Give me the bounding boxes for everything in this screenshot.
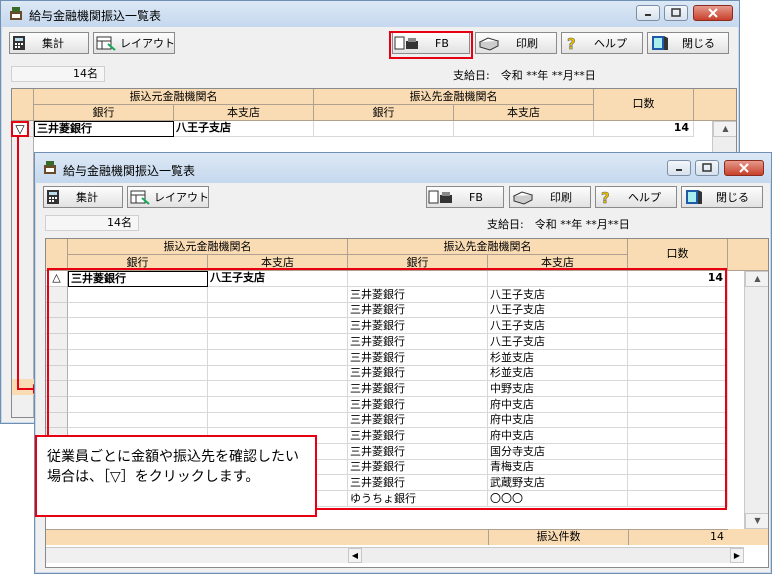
- employee-count: 14名: [11, 66, 105, 82]
- fb-icon: [428, 190, 452, 204]
- layout-icon: [130, 190, 150, 205]
- hscroll-left-area: [46, 547, 348, 563]
- printer-icon: [478, 37, 500, 51]
- scroll-down-button[interactable]: ▼: [745, 513, 768, 529]
- source-bank-header: 銀行: [34, 105, 174, 121]
- dest-group-header: 振込先金融機関名: [348, 239, 628, 255]
- close-icon: [739, 163, 749, 173]
- source-group-header: 振込元金融機関名: [34, 89, 314, 105]
- door-icon: [652, 36, 668, 50]
- svg-text:?: ?: [601, 189, 610, 205]
- count-header: 口数: [594, 89, 694, 121]
- front-titlebar: 給与金融機関振込一覧表: [35, 153, 771, 183]
- source-branch-header: 本支店: [174, 105, 314, 121]
- row-header: [12, 137, 34, 417]
- help-icon: ?: [567, 35, 576, 51]
- source-group-header: 振込元金融機関名: [68, 239, 348, 255]
- front-vertical-scrollbar[interactable]: ▲ ▼: [744, 271, 768, 529]
- calculator-icon: [13, 36, 25, 50]
- door-icon: [686, 190, 702, 204]
- callout-line-2: 場合は、［▽］をクリックします。: [47, 469, 260, 485]
- total-button[interactable]: 集計: [9, 32, 89, 54]
- fb-button[interactable]: FB: [426, 186, 504, 208]
- horizontal-scrollbar[interactable]: ◀ ▶: [348, 547, 744, 563]
- transfer-count: 14: [628, 529, 728, 545]
- header-filler: [694, 89, 736, 121]
- back-toolbar: 集計 レイアウト FB 印刷 ? ヘルプ 閉じる: [1, 27, 739, 55]
- scroll-up-button[interactable]: ▲: [713, 121, 736, 137]
- maximize-button[interactable]: [695, 160, 719, 176]
- help-button[interactable]: ? ヘルプ: [595, 186, 677, 208]
- scroll-up-button[interactable]: ▲: [745, 271, 768, 287]
- maximize-button[interactable]: [664, 5, 688, 21]
- help-button[interactable]: ? ヘルプ: [561, 32, 643, 54]
- app-icon: [10, 7, 22, 20]
- front-toolbar: 集計 レイアウト FB 印刷 ? ヘルプ 閉じる: [35, 181, 771, 209]
- window-title: 給与金融機関振込一覧表: [63, 164, 196, 178]
- dest-bank-header: 銀行: [314, 105, 454, 121]
- window-title: 給与金融機関振込一覧表: [29, 9, 162, 23]
- close-button[interactable]: 閉じる: [647, 32, 729, 54]
- close-window-button[interactable]: [724, 160, 764, 176]
- svg-text:?: ?: [567, 35, 576, 51]
- scroll-right-button[interactable]: ▶: [730, 548, 744, 563]
- print-button[interactable]: 印刷: [475, 32, 557, 54]
- calculator-icon: [47, 190, 59, 204]
- footer-filler: [728, 529, 768, 545]
- payday-label: 支給日: 令和 **年 **月**日: [487, 218, 630, 231]
- close-icon: [708, 8, 718, 18]
- header-filler: [728, 239, 768, 271]
- minimize-button[interactable]: [667, 160, 691, 176]
- summary-dest-branch: [454, 121, 594, 137]
- total-button[interactable]: 集計: [43, 186, 123, 208]
- transfer-count-label: 振込件数: [488, 529, 628, 545]
- dest-group-header: 振込先金融機関名: [314, 89, 594, 105]
- expand-button-box[interactable]: ▽: [11, 121, 29, 137]
- close-button[interactable]: 閉じる: [681, 186, 763, 208]
- back-titlebar: 給与金融機関振込一覧表: [1, 1, 739, 27]
- callout-line-1: 従業員ごとに金額や振込先を確認したい: [47, 449, 299, 465]
- rowhdr-corner: [46, 239, 68, 271]
- print-button[interactable]: 印刷: [509, 186, 591, 208]
- layout-button[interactable]: レイアウト: [93, 32, 175, 54]
- summary-count: 14: [594, 121, 694, 137]
- count-header: 口数: [628, 239, 728, 271]
- rowhdr-corner: [12, 89, 34, 121]
- expand-marker: ▽: [15, 122, 25, 136]
- employee-count: 14名: [45, 215, 139, 231]
- instruction-callout: 従業員ごとに金額や振込先を確認したい 場合は、［▽］をクリックします。: [35, 435, 317, 517]
- summary-source-bank[interactable]: 三井菱銀行: [34, 121, 174, 137]
- printer-icon: [512, 191, 534, 205]
- fb-highlight-box: [389, 31, 473, 59]
- layout-button[interactable]: レイアウト: [127, 186, 209, 208]
- help-icon: ?: [601, 189, 610, 205]
- close-window-button[interactable]: [693, 5, 733, 21]
- footer-left: [46, 529, 488, 545]
- payday-label: 支給日: 令和 **年 **月**日: [453, 69, 596, 82]
- app-icon: [44, 161, 56, 174]
- scroll-left-button[interactable]: ◀: [348, 548, 362, 563]
- minimize-button[interactable]: [636, 5, 660, 21]
- summary-dest-bank: [314, 121, 454, 137]
- dest-branch-header: 本支店: [454, 105, 594, 121]
- summary-source-branch: 八王子支店: [174, 121, 314, 137]
- layout-icon: [96, 36, 116, 51]
